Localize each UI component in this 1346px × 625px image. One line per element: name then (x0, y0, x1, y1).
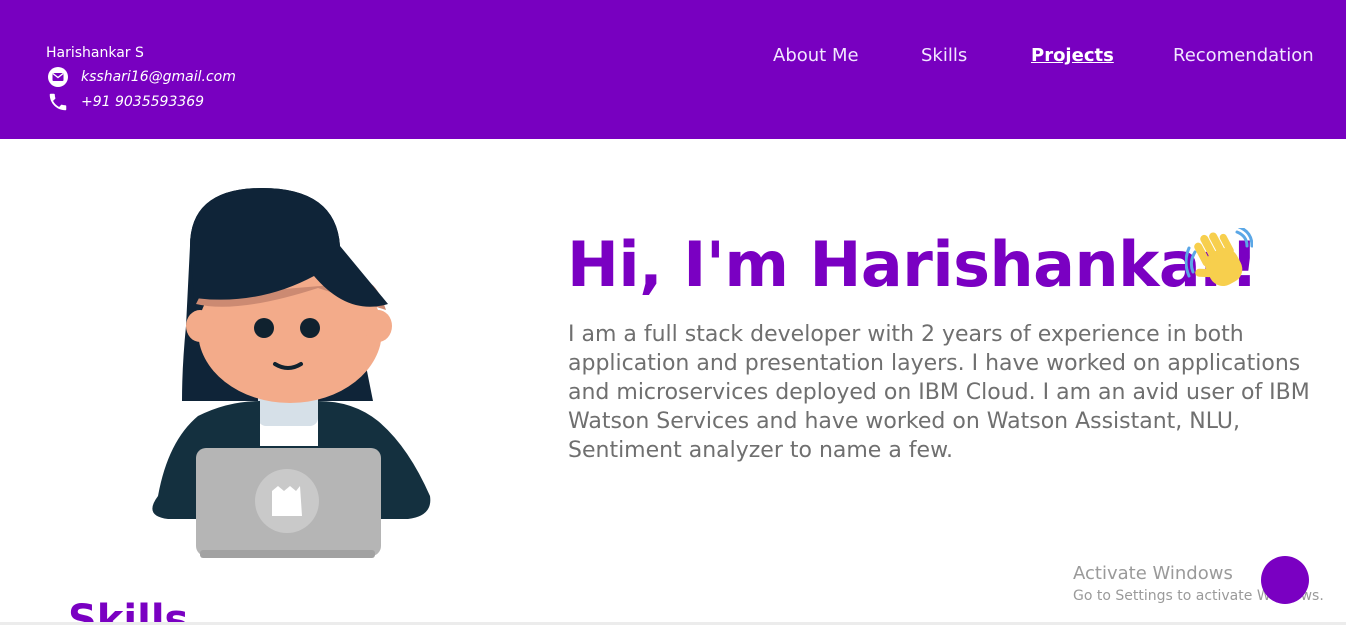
contact-phone-row: +91 9035593369 (47, 91, 204, 113)
waving-hand-icon (1184, 225, 1254, 294)
contact-email-row: ksshari16@gmail.com (47, 66, 236, 88)
nav-about-me[interactable]: About Me (773, 45, 859, 66)
nav-skills[interactable]: Skills (921, 45, 967, 66)
nav-recomendation[interactable]: Recomendation (1173, 45, 1314, 66)
hero-description: I am a full stack developer with 2 years… (568, 322, 1310, 463)
developer-illustration (138, 186, 438, 558)
floating-action-button[interactable] (1261, 556, 1309, 604)
nav-projects[interactable]: Projects (1031, 45, 1114, 66)
contact-name: Harishankar S (46, 45, 144, 61)
email-icon (47, 66, 69, 88)
contact-phone[interactable]: +91 9035593369 (81, 94, 204, 110)
phone-icon (47, 91, 69, 113)
hero-title: Hi, I'm Harishankar! (567, 228, 1259, 301)
contact-email[interactable]: ksshari16@gmail.com (81, 69, 236, 85)
header-bar: Harishankar S ksshari16@gmail.com +91 90… (0, 0, 1346, 139)
